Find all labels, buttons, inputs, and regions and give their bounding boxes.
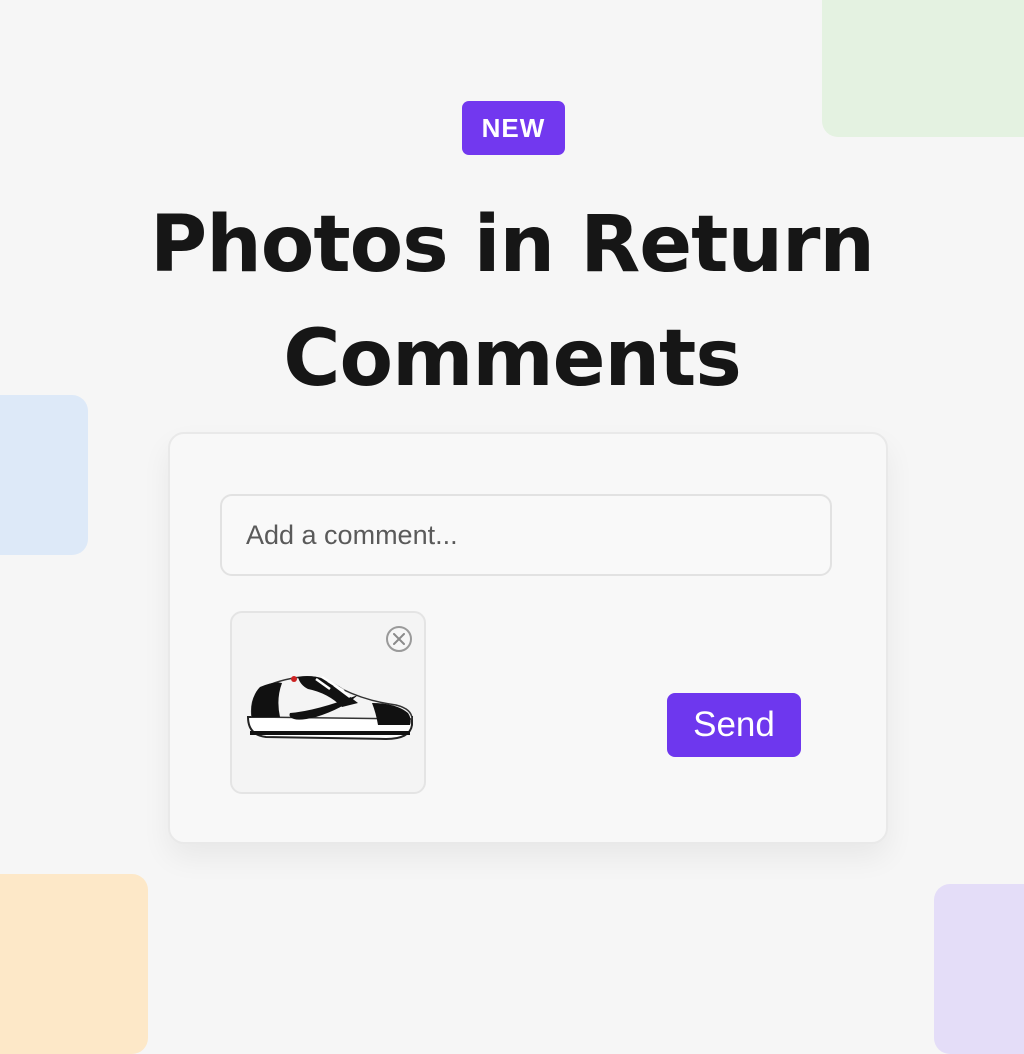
decorative-purple-tile: [934, 884, 1024, 1054]
sneaker-image: [246, 675, 413, 741]
decorative-blue-tile: [0, 395, 88, 555]
decorative-green-tile: [822, 0, 1024, 137]
close-icon: [393, 633, 405, 645]
page-title: Photos in Return Comments: [0, 188, 1024, 416]
title-line-2: Comments: [283, 314, 742, 404]
new-badge: NEW: [462, 101, 565, 155]
title-line-1: Photos in Return: [150, 200, 875, 290]
comment-input[interactable]: [220, 494, 832, 576]
send-button[interactable]: Send: [667, 693, 801, 757]
attachment-thumbnail: [230, 611, 426, 794]
remove-attachment-icon[interactable]: [386, 626, 412, 652]
decorative-orange-tile: [0, 874, 148, 1054]
